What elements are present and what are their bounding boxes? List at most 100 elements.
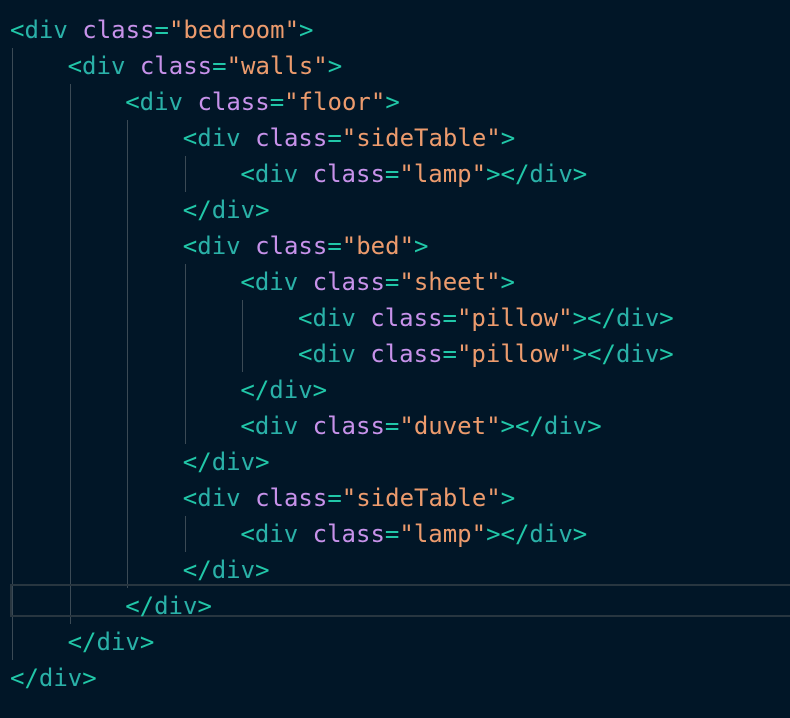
- quote: ": [456, 304, 472, 332]
- tag-name: div: [529, 520, 573, 548]
- quote: ": [341, 232, 357, 260]
- attribute-value: floor: [298, 88, 371, 116]
- code-editor[interactable]: <div class="bedroom"> <div class="walls">…: [0, 0, 790, 718]
- tag-name: div: [312, 340, 356, 368]
- code-line[interactable]: <div class="bedroom">: [10, 12, 313, 48]
- angle-bracket: <: [182, 124, 198, 152]
- tag-name: div: [139, 88, 183, 116]
- tag-name: div: [24, 16, 68, 44]
- angle-bracket: >: [255, 448, 270, 476]
- angle-bracket: >: [572, 340, 588, 368]
- tag-name: div: [543, 412, 588, 440]
- tag-name: div: [211, 196, 256, 224]
- quote: ": [370, 88, 386, 116]
- angle-bracket: <: [240, 268, 255, 296]
- tag-name: div: [96, 628, 140, 656]
- code-line[interactable]: </div>: [10, 444, 270, 480]
- tag-name: div: [312, 304, 356, 332]
- code-line[interactable]: </div>: [10, 624, 155, 660]
- code-line[interactable]: <div class="sideTable">: [10, 480, 515, 516]
- attribute-value: lamp: [413, 160, 472, 188]
- angle-bracket: <: [240, 412, 255, 440]
- angle-bracket: >: [572, 160, 588, 188]
- angle-bracket: </: [125, 592, 155, 620]
- code-line[interactable]: <div class="pillow"></div>: [10, 336, 674, 372]
- code-line[interactable]: </div>: [10, 588, 212, 624]
- code-line[interactable]: <div class="bed">: [10, 228, 429, 264]
- quote: ": [486, 412, 501, 440]
- angle-bracket: </: [514, 412, 544, 440]
- quote: ": [168, 16, 184, 44]
- equals-sign: =: [442, 340, 457, 368]
- quote: ": [399, 520, 414, 548]
- angle-bracket: >: [500, 484, 516, 512]
- code-line[interactable]: <div class="duvet"></div>: [10, 408, 602, 444]
- angle-bracket: </: [240, 376, 270, 404]
- angle-bracket: >: [255, 556, 270, 584]
- attribute-name: class: [255, 124, 328, 152]
- code-line[interactable]: <div class="sheet">: [10, 264, 515, 300]
- attribute-value: walls: [241, 52, 314, 80]
- angle-bracket: >: [255, 196, 270, 224]
- quote: ": [486, 268, 501, 296]
- code-line[interactable]: <div class="sideTable">: [10, 120, 515, 156]
- angle-bracket: </: [182, 448, 212, 476]
- attribute-name: class: [312, 160, 385, 188]
- attribute-value: sideTable: [356, 124, 487, 152]
- tag-name: div: [254, 412, 299, 440]
- equals-sign: =: [327, 124, 342, 152]
- attribute-name: class: [255, 484, 328, 512]
- tag-name: div: [38, 664, 83, 692]
- equals-sign: =: [384, 520, 400, 548]
- angle-bracket: <: [240, 520, 255, 548]
- angle-bracket: </: [182, 556, 212, 584]
- tag-name: div: [82, 52, 126, 80]
- tag-name: div: [254, 520, 299, 548]
- angle-bracket: >: [197, 592, 212, 620]
- quote: ": [284, 16, 300, 44]
- code-line[interactable]: <div class="pillow"></div>: [10, 300, 674, 336]
- code-line[interactable]: <div class="floor">: [10, 84, 400, 120]
- attribute-name: class: [139, 52, 213, 80]
- angle-bracket: </: [500, 160, 530, 188]
- angle-bracket: >: [500, 268, 515, 296]
- code-line[interactable]: <div class="walls">: [10, 48, 343, 84]
- code-line[interactable]: <div class="lamp"></div>: [10, 156, 587, 192]
- angle-bracket: >: [486, 160, 501, 188]
- angle-bracket: <: [298, 304, 313, 332]
- code-line[interactable]: </div>: [10, 372, 327, 408]
- angle-bracket: >: [587, 412, 602, 440]
- angle-bracket: >: [500, 124, 516, 152]
- angle-bracket: </: [500, 520, 530, 548]
- quote: ": [226, 52, 242, 80]
- quote: ": [558, 340, 573, 368]
- tag-name: div: [197, 124, 241, 152]
- equals-sign: =: [384, 160, 400, 188]
- quote: ": [399, 160, 414, 188]
- code-line[interactable]: </div>: [10, 552, 270, 588]
- quote: ": [399, 268, 414, 296]
- angle-bracket: >: [385, 88, 400, 116]
- code-line[interactable]: </div>: [10, 660, 97, 696]
- code-line[interactable]: </div>: [10, 192, 270, 228]
- attribute-name: class: [370, 304, 443, 332]
- angle-bracket: >: [312, 376, 328, 404]
- code-line[interactable]: <div class="lamp"></div>: [10, 516, 587, 552]
- tag-name: div: [529, 160, 573, 188]
- quote: ": [284, 88, 299, 116]
- angle-bracket: <: [182, 484, 198, 512]
- angle-bracket: >: [572, 304, 588, 332]
- attribute-name: class: [255, 232, 328, 260]
- quote: ": [399, 232, 415, 260]
- angle-bracket: >: [299, 16, 314, 44]
- tag-name: div: [197, 484, 241, 512]
- attribute-name: class: [197, 88, 270, 116]
- angle-bracket: >: [500, 412, 515, 440]
- attribute-value: lamp: [413, 520, 472, 548]
